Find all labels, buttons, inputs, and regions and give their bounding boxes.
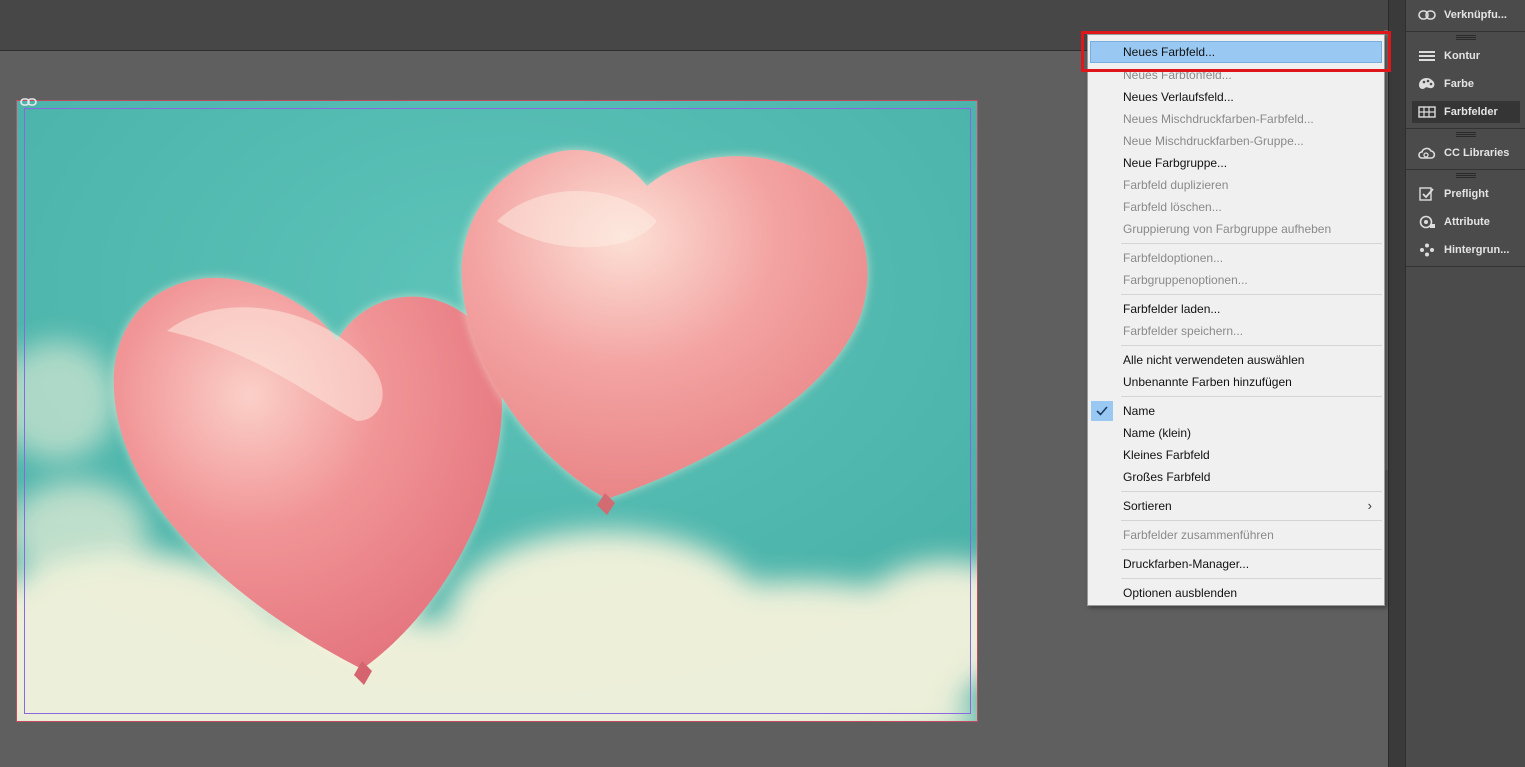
- menu-separator: [1121, 549, 1382, 550]
- panel-cc-libraries[interactable]: CC Libraries: [1412, 142, 1520, 164]
- menu-new-tint-swatch[interactable]: Neues Farbtonfeld...: [1090, 64, 1382, 86]
- menu-duplicate-swatch[interactable]: Farbfeld duplizieren: [1090, 174, 1382, 196]
- menu-item-label: Farbfeld löschen...: [1123, 200, 1222, 214]
- stroke-icon: [1416, 48, 1438, 64]
- panel-background-tasks[interactable]: Hintergrun...: [1412, 239, 1520, 261]
- menu-merge-swatches[interactable]: Farbfelder zusammenführen: [1090, 524, 1382, 546]
- menu-delete-swatch[interactable]: Farbfeld löschen...: [1090, 196, 1382, 218]
- menu-item-label: Farbfeld duplizieren: [1123, 178, 1229, 192]
- panel-swatches-label: Farbfelder: [1444, 106, 1498, 118]
- checkmark-icon: [1091, 401, 1113, 421]
- menu-item-label: Neues Mischdruckfarben-Farbfeld...: [1123, 112, 1314, 126]
- menu-view-small-swatch[interactable]: Kleines Farbfeld: [1090, 444, 1382, 466]
- chain-link-icon[interactable]: [20, 92, 38, 111]
- menu-separator: [1121, 243, 1382, 244]
- menu-new-mixed-ink-swatch[interactable]: Neues Mischdruckfarben-Farbfeld...: [1090, 108, 1382, 130]
- menu-new-swatch[interactable]: Neues Farbfeld...: [1090, 41, 1382, 63]
- menu-swatch-options[interactable]: Farbfeldoptionen...: [1090, 247, 1382, 269]
- menu-item-label: Farbfelder zusammenführen: [1123, 528, 1274, 542]
- menu-item-label: Großes Farbfeld: [1123, 470, 1211, 484]
- menu-item-label: Neues Farbtonfeld...: [1123, 68, 1232, 82]
- chevron-right-icon: ›: [1367, 498, 1372, 513]
- menu-select-all-unused[interactable]: Alle nicht verwendeten auswählen: [1090, 349, 1382, 371]
- link-icon: [1416, 7, 1438, 23]
- panel-color[interactable]: Farbe: [1412, 73, 1520, 95]
- panel-preflight[interactable]: Preflight: [1412, 183, 1520, 205]
- menu-load-swatches[interactable]: Farbfelder laden...: [1090, 298, 1382, 320]
- menu-color-group-options[interactable]: Farbgruppenoptionen...: [1090, 269, 1382, 291]
- menu-item-label: Neue Mischdruckfarben-Gruppe...: [1123, 134, 1304, 148]
- menu-view-name[interactable]: Name: [1090, 400, 1382, 422]
- menu-item-label: Optionen ausblenden: [1123, 586, 1238, 600]
- menu-separator: [1121, 294, 1382, 295]
- background-tasks-icon: [1416, 242, 1438, 258]
- menu-view-large-swatch[interactable]: Großes Farbfeld: [1090, 466, 1382, 488]
- menu-separator: [1121, 520, 1382, 521]
- panel-cc-libraries-label: CC Libraries: [1444, 147, 1510, 159]
- menu-item-label: Neues Farbfeld...: [1123, 45, 1216, 59]
- menu-item-label: Druckfarben-Manager...: [1123, 557, 1250, 571]
- vertical-scrollbar[interactable]: [1388, 0, 1405, 767]
- panel-background-tasks-label: Hintergrun...: [1444, 244, 1510, 256]
- menu-item-label: Alle nicht verwendeten auswählen: [1123, 353, 1305, 367]
- menu-item-label: Kleines Farbfeld: [1123, 448, 1210, 462]
- menu-add-unnamed-colors[interactable]: Unbenannte Farben hinzufügen: [1090, 371, 1382, 393]
- panel-dock: Verknüpfu... Kontur Farbe Farbfelder CC …: [1405, 0, 1525, 767]
- menu-item-label: Name (klein): [1123, 426, 1192, 440]
- menu-item-label: Sortieren: [1123, 499, 1172, 513]
- menu-item-label: Neue Farbgruppe...: [1123, 156, 1228, 170]
- menu-new-color-group[interactable]: Neue Farbgruppe...: [1090, 152, 1382, 174]
- color-palette-icon: [1416, 76, 1438, 92]
- menu-save-swatches[interactable]: Farbfelder speichern...: [1090, 320, 1382, 342]
- panel-swatches[interactable]: Farbfelder: [1412, 101, 1520, 123]
- menu-view-name-small[interactable]: Name (klein): [1090, 422, 1382, 444]
- menu-sort[interactable]: Sortieren ›: [1090, 495, 1382, 517]
- panel-links-label: Verknüpfu...: [1444, 9, 1507, 21]
- menu-item-label: Farbfelder laden...: [1123, 302, 1221, 316]
- menu-separator: [1121, 578, 1382, 579]
- menu-separator: [1121, 396, 1382, 397]
- panel-color-label: Farbe: [1444, 78, 1474, 90]
- menu-new-gradient-swatch[interactable]: Neues Verlaufsfeld...: [1090, 86, 1382, 108]
- menu-hide-options[interactable]: Optionen ausblenden: [1090, 582, 1382, 604]
- menu-separator: [1121, 491, 1382, 492]
- swatches-icon: [1416, 104, 1438, 120]
- menu-item-label: Gruppierung von Farbgruppe aufheben: [1123, 222, 1332, 236]
- panel-stroke-label: Kontur: [1444, 50, 1481, 62]
- menu-item-label: Farbfelder speichern...: [1123, 324, 1244, 338]
- menu-item-label: Farbgruppenoptionen...: [1123, 273, 1248, 287]
- menu-item-label: Unbenannte Farben hinzufügen: [1123, 375, 1292, 389]
- swatches-panel-menu: Neues Farbfeld... Neues Farbtonfeld... N…: [1087, 34, 1385, 606]
- menu-item-label: Farbfeldoptionen...: [1123, 251, 1224, 265]
- menu-item-label: Neues Verlaufsfeld...: [1123, 90, 1234, 104]
- menu-separator: [1121, 345, 1382, 346]
- preflight-icon: [1416, 186, 1438, 202]
- balloon-image: [17, 101, 977, 721]
- attribute-icon: [1416, 214, 1438, 230]
- creative-cloud-icon: [1416, 145, 1438, 161]
- panel-links[interactable]: Verknüpfu...: [1412, 4, 1520, 26]
- menu-ungroup-color-group[interactable]: Gruppierung von Farbgruppe aufheben: [1090, 218, 1382, 240]
- panel-preflight-label: Preflight: [1444, 188, 1489, 200]
- panel-attributes-label: Attribute: [1444, 216, 1490, 228]
- menu-ink-manager[interactable]: Druckfarben-Manager...: [1090, 553, 1382, 575]
- document-image-frame[interactable]: [16, 100, 978, 722]
- panel-attributes[interactable]: Attribute: [1412, 211, 1520, 233]
- menu-item-label: Name: [1123, 404, 1156, 418]
- panel-stroke[interactable]: Kontur: [1412, 45, 1520, 67]
- menu-new-mixed-ink-group[interactable]: Neue Mischdruckfarben-Gruppe...: [1090, 130, 1382, 152]
